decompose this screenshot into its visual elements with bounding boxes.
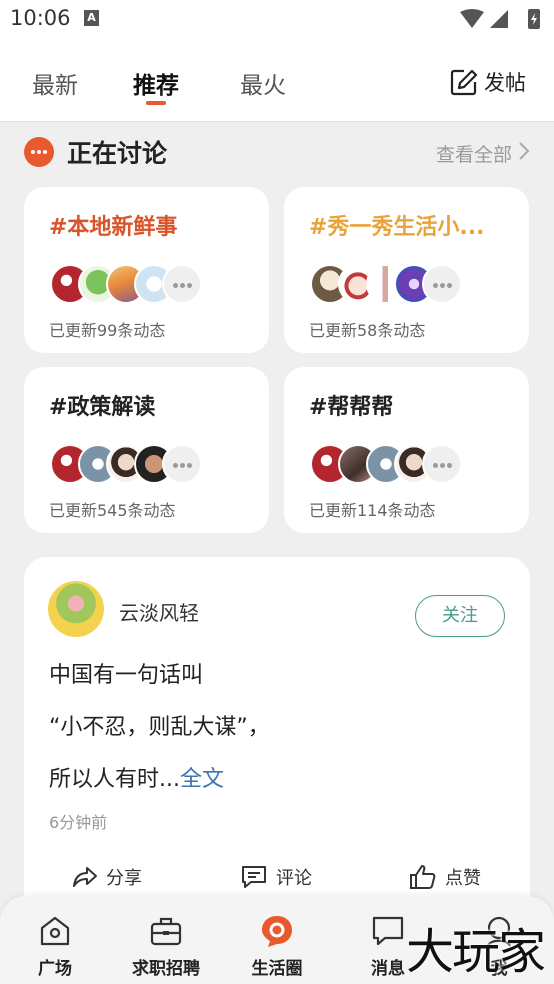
post-text-line: “小不忍，则乱大谋”， [49,715,270,740]
more-avatars-icon [422,264,462,304]
topic-card-help[interactable]: #帮帮帮 已更新114条动态 [284,367,529,533]
post-text-line: 中国有一句话叫 [49,663,204,688]
topic-title: #秀一秀生活小... [309,215,485,240]
status-signal-icons [460,9,540,29]
author-name[interactable]: 云淡风轻 [119,597,199,626]
topic-card-show-life[interactable]: #秀一秀生活小... 已更新58条动态 [284,187,529,353]
more-avatars-icon [162,264,202,304]
top-tab-bar: 最新 推荐 最火 发帖 [0,38,554,122]
chevron-right-icon[interactable] [518,141,530,161]
full-text-link[interactable]: 全文 [180,767,224,792]
topic-update-count: 已更新99条动态 [49,321,166,340]
topic-title: #帮帮帮 [309,395,394,420]
see-all-link[interactable]: 查看全部 [436,140,512,167]
topic-title: #本地新鲜事 [49,215,178,240]
edit-icon [450,69,478,96]
notification-a-icon: A [84,10,99,26]
more-avatars-icon [162,444,202,484]
author-avatar[interactable] [48,581,104,637]
comment-icon [242,866,266,888]
nav-label: 生活圈 [251,959,303,979]
status-time: 10:06 [10,6,71,30]
create-post-label: 发帖 [484,71,526,95]
tab-latest[interactable]: 最新 [32,66,78,100]
share-icon [73,867,97,887]
topic-update-count: 已更新114条动态 [309,501,436,520]
nav-life-circle[interactable]: 生活圈 [229,914,325,979]
discussion-dots-icon [24,137,54,167]
post-text-line-last: 所以人有时...全文 [49,761,224,793]
watermark: 大玩家 [405,924,546,980]
topic-card-local-news[interactable]: #本地新鲜事 已更新99条动态 [24,187,269,353]
nav-plaza[interactable]: 广场 [7,914,103,979]
topic-update-count: 已更新58条动态 [309,321,426,340]
thumbs-up-icon [410,865,436,889]
comment-button[interactable]: 评论 [240,862,312,892]
topic-title: #政策解读 [49,395,156,420]
nav-label: 求职招聘 [132,959,200,979]
follow-button[interactable]: 关注 [415,595,505,637]
like-button[interactable]: 点赞 [409,862,481,892]
topic-avatars [50,264,210,304]
post-timestamp: 6分钟前 [49,813,108,832]
post-text-excerpt: 所以人有时... [49,767,180,792]
nav-jobs[interactable]: 求职招聘 [118,914,214,979]
nav-label: 广场 [38,959,72,979]
discussion-section-header: 正在讨论 查看全部 [24,134,530,172]
tab-hottest[interactable]: 最火 [240,66,286,100]
briefcase-icon [150,917,182,946]
section-title: 正在讨论 [67,139,168,168]
topic-card-policy[interactable]: #政策解读 已更新545条动态 [24,367,269,533]
topic-avatars [310,444,470,484]
more-avatars-icon [422,444,462,484]
plaza-icon [40,916,70,946]
tab-recommended[interactable]: 推荐 [133,66,179,100]
active-tab-indicator [146,101,166,105]
share-label: 分享 [106,868,142,889]
topic-avatars [50,444,210,484]
life-circle-icon [262,916,292,947]
topic-avatars [310,264,470,304]
topic-update-count: 已更新545条动态 [49,501,176,520]
comment-label: 评论 [276,868,312,889]
status-bar: 10:06 A [0,0,554,38]
message-icon [372,916,404,946]
create-post-button[interactable]: 发帖 [450,66,526,98]
share-button[interactable]: 分享 [72,862,142,892]
like-label: 点赞 [445,868,481,889]
